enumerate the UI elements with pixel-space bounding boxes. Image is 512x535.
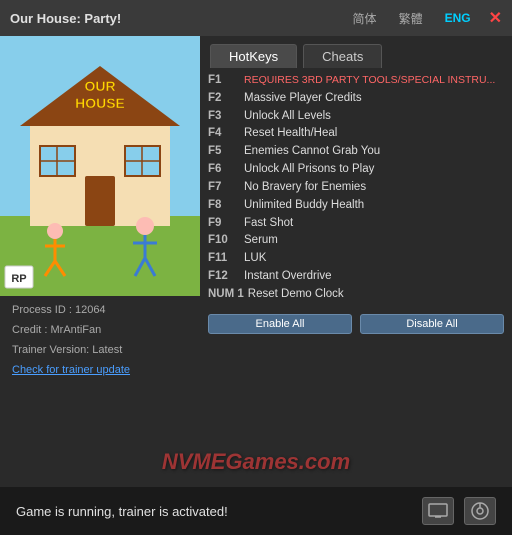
hotkey-desc: Reset Demo Clock [248,286,344,304]
hotkey-desc: Fast Shot [244,215,293,233]
tab-cheats[interactable]: Cheats [303,44,382,68]
title-bar: Our House: Party! 简体 繁體 ENG ✕ [0,0,512,36]
hotkey-key: F2 [208,90,240,108]
left-info-panel: Process ID : 12064 Credit : MrAntiFan Tr… [0,296,200,386]
hotkey-item: F5Enemies Cannot Grab You [208,143,504,161]
hotkey-item: F10Serum [208,232,504,250]
hotkey-item: F7No Bravery for Enemies [208,179,504,197]
hotkey-desc: REQUIRES 3RD PARTY TOOLS/SPECIAL INSTRU.… [244,72,495,90]
svg-text:OUR: OUR [84,78,115,94]
hotkey-key: F5 [208,143,240,161]
credit-info: Credit : MrAntiFan [12,324,188,336]
update-link[interactable]: Check for trainer update [12,364,130,376]
hotkey-key: NUM 1 [208,286,244,304]
bottom-bar: Game is running, trainer is activated! [0,487,512,535]
app-title: Our House: Party! [10,11,121,26]
hotkey-item: F11LUK [208,250,504,268]
close-button[interactable]: ✕ [489,8,502,28]
hotkey-list: F1REQUIRES 3RD PARTY TOOLS/SPECIAL INSTR… [200,68,512,308]
hotkey-desc: No Bravery for Enemies [244,179,366,197]
hotkey-desc: Unlimited Buddy Health [244,197,364,215]
hotkey-desc: Enemies Cannot Grab You [244,143,380,161]
hotkey-item: F4Reset Health/Heal [208,125,504,143]
hotkey-desc: Massive Player Credits [244,90,362,108]
hotkey-key: F9 [208,215,240,233]
hotkey-item: F3Unlock All Levels [208,108,504,126]
lang-eng-btn[interactable]: ENG [441,9,475,27]
hotkey-key: F10 [208,232,240,250]
hotkey-item: F2Massive Player Credits [208,90,504,108]
status-text: Game is running, trainer is activated! [16,504,228,519]
music-icon[interactable] [464,497,496,525]
tab-hotkeys[interactable]: HotKeys [210,44,297,68]
title-bar-controls: 简体 繁體 ENG ✕ [349,8,502,29]
bottom-icons [422,497,496,525]
hotkey-item: F6Unlock All Prisons to Play [208,161,504,179]
action-buttons: Enable All Disable All [200,308,512,338]
hotkey-key: F7 [208,179,240,197]
hotkey-key: F12 [208,268,240,286]
hotkey-desc: Reset Health/Heal [244,125,337,143]
hotkey-key: F8 [208,197,240,215]
trainer-version: Trainer Version: Latest [12,344,188,356]
game-cover-svg: OUR HOUSE RP [0,36,200,296]
hotkey-desc: LUK [244,250,266,268]
hotkey-key: F4 [208,125,240,143]
hotkey-item: F9Fast Shot [208,215,504,233]
hotkey-item: F12Instant Overdrive [208,268,504,286]
hotkey-desc: Unlock All Levels [244,108,331,126]
hotkey-key: F3 [208,108,240,126]
process-id: Process ID : 12064 [12,304,188,316]
hotkey-key: F6 [208,161,240,179]
hotkey-desc: Serum [244,232,278,250]
main-content: OUR HOUSE RP HotKeys Cheats F1REQ [0,36,512,466]
hotkey-item: F1REQUIRES 3RD PARTY TOOLS/SPECIAL INSTR… [208,72,504,90]
hotkey-key: F1 [208,72,240,90]
game-cover-image: OUR HOUSE RP [0,36,200,296]
svg-text:RP: RP [11,273,26,285]
lang-simple-btn[interactable]: 简体 [349,8,381,29]
lang-traditional-btn[interactable]: 繁體 [395,8,427,29]
monitor-icon[interactable] [422,497,454,525]
hotkey-key: F11 [208,250,240,268]
hotkey-desc: Unlock All Prisons to Play [244,161,374,179]
tab-bar: HotKeys Cheats [200,36,512,68]
svg-text:HOUSE: HOUSE [75,95,125,111]
hotkey-item: F8Unlimited Buddy Health [208,197,504,215]
disable-all-button[interactable]: Disable All [360,314,504,334]
enable-all-button[interactable]: Enable All [208,314,352,334]
hotkey-desc: Instant Overdrive [244,268,332,286]
hotkeys-panel: HotKeys Cheats F1REQUIRES 3RD PARTY TOOL… [200,36,512,466]
hotkey-item: NUM 1Reset Demo Clock [208,286,504,304]
